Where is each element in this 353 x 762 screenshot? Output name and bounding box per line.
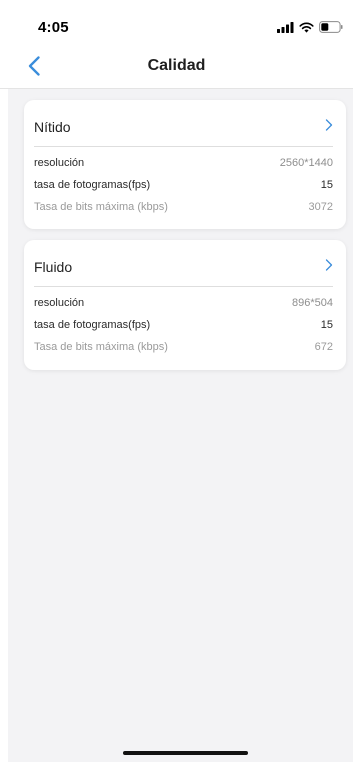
quality-card-nitido[interactable]: Nítido resolución 2560*1440 tasa de foto… — [24, 100, 346, 229]
card-header: Nítido — [34, 100, 333, 147]
page-title: Calidad — [147, 57, 206, 74]
row-label: Tasa de bits máxima (kbps) — [34, 341, 168, 353]
row-value: 15 — [320, 179, 333, 191]
status-icons — [277, 21, 343, 33]
row-label: tasa de fotogramas(fps) — [34, 319, 151, 331]
row-resolution: resolución 896*504 — [34, 293, 333, 315]
row-value: 15 — [320, 319, 333, 331]
row-value: 2560*1440 — [279, 157, 333, 169]
row-label: resolución — [34, 297, 85, 309]
row-max-bitrate: Tasa de bits máxima (kbps) 672 — [34, 337, 333, 359]
card-title: Fluido — [34, 259, 73, 275]
row-resolution: resolución 2560*1440 — [34, 153, 333, 175]
screen: 4:05 Calidad Nítido resolución 2560*1440… — [0, 0, 353, 762]
row-label: tasa de fotogramas(fps) — [34, 179, 151, 191]
row-label: resolución — [34, 157, 85, 169]
content-area: Nítido resolución 2560*1440 tasa de foto… — [8, 89, 353, 762]
chevron-right-icon — [325, 259, 333, 271]
card-title: Nítido — [34, 119, 71, 135]
card-header: Fluido — [34, 240, 333, 287]
status-time: 4:05 — [38, 19, 69, 36]
wifi-icon — [299, 22, 314, 33]
cellular-signal-icon — [277, 21, 294, 33]
row-label: Tasa de bits máxima (kbps) — [34, 201, 168, 213]
row-max-bitrate: Tasa de bits máxima (kbps) 3072 — [34, 197, 333, 219]
navigation-bar: Calidad — [0, 44, 353, 89]
battery-icon — [319, 21, 343, 33]
status-bar: 4:05 — [0, 0, 353, 44]
row-frame-rate: tasa de fotogramas(fps) 15 — [34, 175, 333, 197]
row-value: 3072 — [308, 201, 333, 213]
row-value: 896*504 — [292, 297, 333, 309]
row-value: 672 — [314, 341, 333, 353]
quality-card-fluido[interactable]: Fluido resolución 896*504 tasa de fotogr… — [24, 240, 346, 370]
home-indicator — [123, 751, 248, 755]
chevron-right-icon — [325, 119, 333, 131]
row-frame-rate: tasa de fotogramas(fps) 15 — [34, 315, 333, 337]
